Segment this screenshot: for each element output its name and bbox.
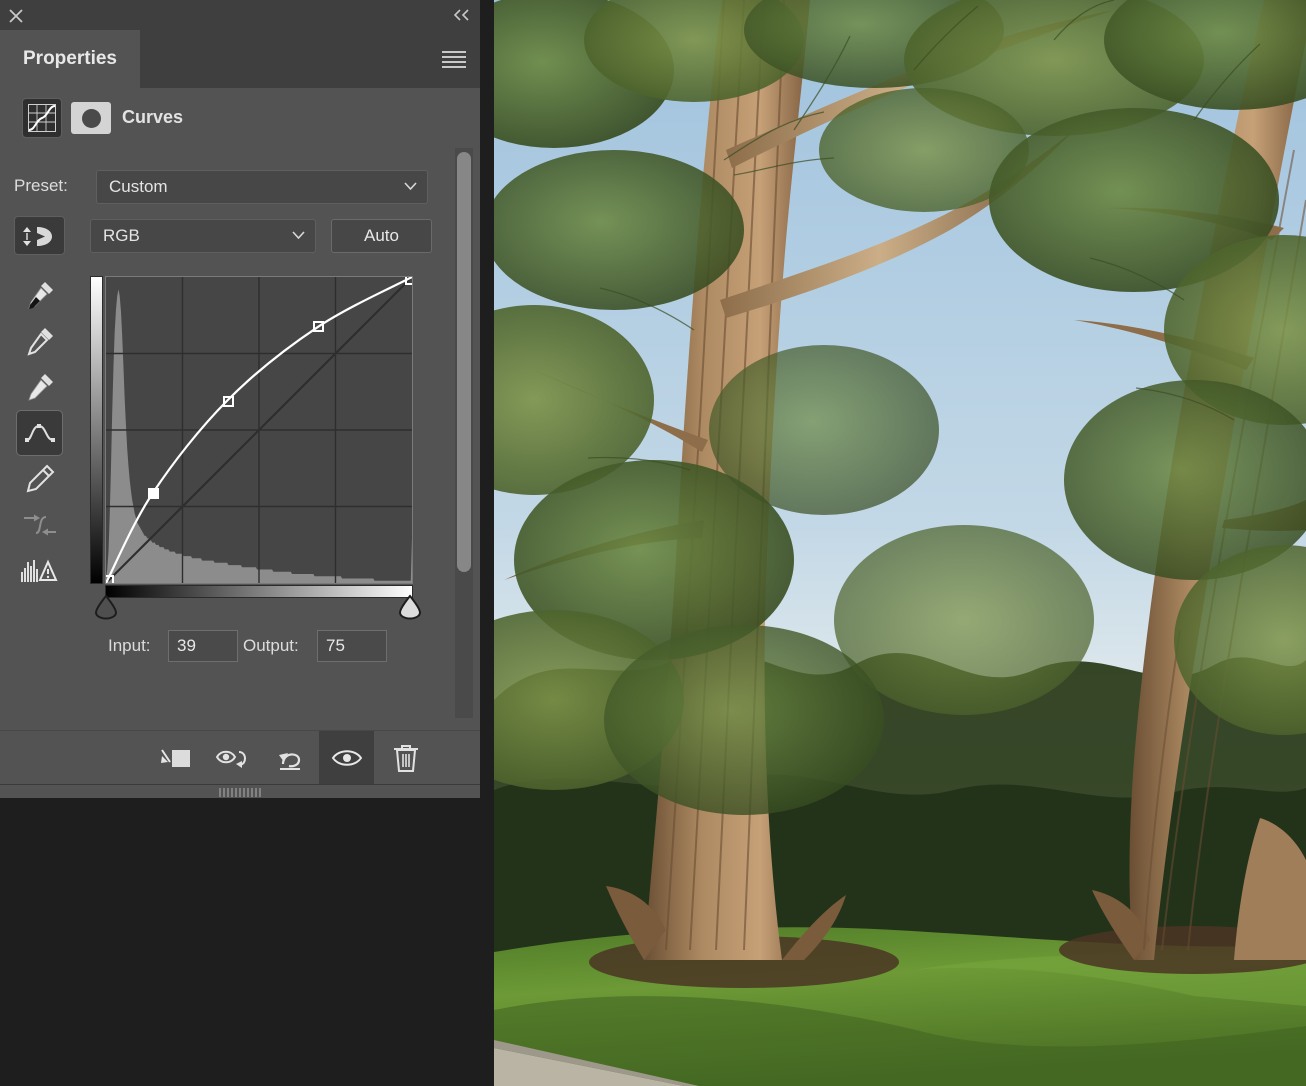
channel-select[interactable]: RGB xyxy=(90,219,316,253)
close-icon[interactable] xyxy=(8,8,24,24)
output-label: Output: xyxy=(243,636,299,655)
eye-visibility-icon xyxy=(331,750,362,766)
preset-label: Preset: xyxy=(14,176,68,195)
delete-adjustment-layer-button[interactable] xyxy=(378,731,433,785)
curve-control-point[interactable] xyxy=(313,321,324,332)
grip-lines xyxy=(219,788,261,797)
eye-previous-state-icon xyxy=(215,750,246,768)
clip-to-layer-button[interactable] xyxy=(148,731,203,785)
chevron-down-icon xyxy=(404,182,417,190)
curve-point-tool-icon[interactable] xyxy=(16,410,63,456)
curve-tools-column xyxy=(16,272,66,594)
hamburger-menu-icon[interactable] xyxy=(442,51,466,68)
page-title: Curves xyxy=(122,107,184,127)
adjustment-header: Curves xyxy=(0,88,480,145)
input-output-row: Input: 39 Output: 75 xyxy=(0,630,480,664)
tab-properties[interactable]: Properties xyxy=(0,30,140,88)
clip-to-layer-icon xyxy=(160,749,190,767)
curve-control-point[interactable] xyxy=(223,396,234,407)
black-point-slider[interactable] xyxy=(93,594,119,620)
pencil-draw-curve-tool-icon[interactable] xyxy=(16,456,63,502)
document-canvas-photo xyxy=(494,0,1306,1086)
tab-properties-label: Properties xyxy=(23,48,117,69)
white-point-eyedropper-icon[interactable] xyxy=(16,364,63,410)
curve-plot-area[interactable] xyxy=(105,276,413,584)
output-gradient-strip xyxy=(90,276,103,584)
panel-titlebar xyxy=(0,0,480,30)
histogram-warning-icon[interactable] xyxy=(16,548,63,594)
auto-button-label: Auto xyxy=(364,226,399,245)
input-gradient-strip xyxy=(105,585,413,598)
double-chevron-left-icon[interactable] xyxy=(452,8,470,22)
panel-footer-toolbar xyxy=(0,730,480,785)
preset-select[interactable]: Custom xyxy=(96,170,428,204)
auto-button[interactable]: Auto xyxy=(331,219,432,253)
curve-control-point-selected[interactable] xyxy=(148,488,159,499)
mask-shape xyxy=(81,108,101,128)
channel-value: RGB xyxy=(103,226,140,245)
chevron-down-icon xyxy=(292,231,305,239)
curve-control-point[interactable] xyxy=(405,277,412,285)
layer-mask-thumbnail[interactable] xyxy=(71,102,111,134)
output-field[interactable]: 75 xyxy=(317,630,387,662)
reset-adjustment-button[interactable] xyxy=(262,731,317,785)
curve-plot-svg xyxy=(106,277,412,583)
toggle-layer-visibility-button[interactable] xyxy=(319,731,374,785)
curves-adjustment-icon[interactable] xyxy=(22,98,62,138)
black-point-eyedropper-icon[interactable] xyxy=(16,272,63,318)
preset-value: Custom xyxy=(109,177,168,196)
output-field-value: 75 xyxy=(326,636,345,655)
curve-control-point[interactable] xyxy=(106,575,114,583)
curves-graph[interactable] xyxy=(90,272,418,587)
park-photo xyxy=(494,0,1306,1086)
on-image-adjustment-icon[interactable] xyxy=(14,216,65,255)
view-previous-state-button[interactable] xyxy=(205,731,260,785)
trash-icon xyxy=(393,745,418,772)
white-point-slider[interactable] xyxy=(397,594,423,620)
reset-arrow-icon xyxy=(278,753,300,770)
input-field[interactable]: 39 xyxy=(168,630,238,662)
properties-panel: Properties Curves Preset: Custom RGB Aut… xyxy=(0,0,494,1086)
smooth-curve-values-icon[interactable] xyxy=(16,502,63,548)
panel-scrollbar-thumb[interactable] xyxy=(457,152,471,572)
input-label: Input: xyxy=(108,636,151,655)
panel-shell: Properties Curves Preset: Custom RGB Aut… xyxy=(0,0,480,798)
panel-tabbar: Properties xyxy=(0,30,480,88)
input-field-value: 39 xyxy=(177,636,196,655)
gray-point-eyedropper-icon[interactable] xyxy=(16,318,63,364)
resize-grip-icon[interactable] xyxy=(0,784,480,798)
